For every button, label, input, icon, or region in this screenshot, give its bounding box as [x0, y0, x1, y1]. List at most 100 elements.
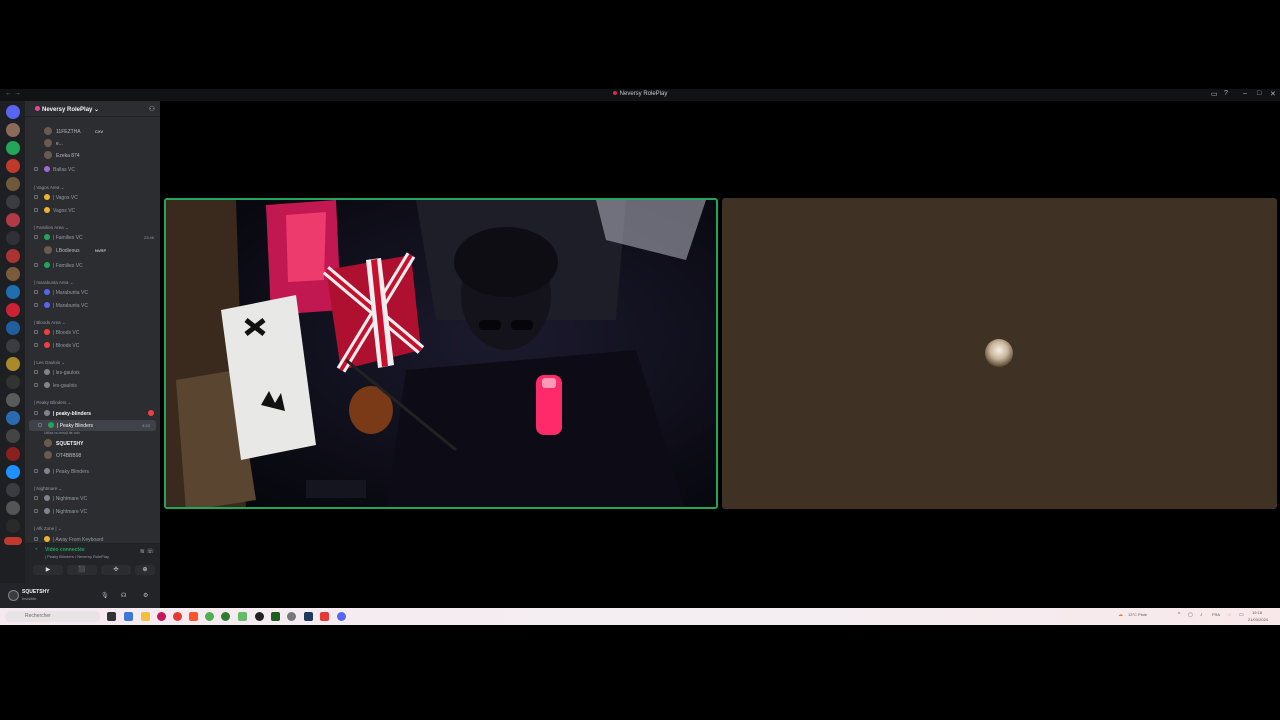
minimize-icon[interactable]: – [1243, 90, 1247, 97]
opera-icon[interactable] [173, 612, 182, 621]
voice-participant[interactable]: Ezeka 874 [25, 150, 160, 161]
channel-item[interactable]: | Marabunta VC [25, 300, 160, 311]
server-icon[interactable] [6, 375, 20, 389]
server-icon[interactable] [6, 285, 20, 299]
weather-text[interactable]: 13°C Pluie [1128, 612, 1147, 617]
close-icon[interactable]: ✕ [1270, 90, 1276, 98]
server-icon[interactable] [6, 447, 20, 461]
avatar[interactable] [8, 590, 19, 601]
voice-participant[interactable]: LBodieous NVRP [25, 245, 160, 256]
channel-item[interactable]: | Peaky Blinders 4:53 [29, 420, 156, 431]
server-icon[interactable] [6, 249, 20, 263]
channel-item[interactable]: | Nightmare VC [25, 506, 160, 517]
task-view-icon[interactable] [107, 612, 116, 621]
server-icon[interactable] [6, 303, 20, 317]
avatar[interactable] [44, 139, 52, 147]
channel-item[interactable]: | Families VC 23:46 [25, 232, 160, 243]
noise-suppression-icon[interactable]: ≋ [140, 549, 145, 555]
server-icon[interactable] [6, 177, 20, 191]
camera-button[interactable]: ▶ [33, 565, 63, 575]
channel-item[interactable]: | Vagos VC [25, 192, 160, 203]
channel-item[interactable]: | Peaky Blinders [25, 466, 160, 477]
server-icon[interactable] [6, 357, 20, 371]
server-icon[interactable] [6, 321, 20, 335]
voice-participant[interactable]: SQUETSHY [25, 438, 160, 449]
server-icon[interactable] [6, 213, 20, 227]
spotify-icon[interactable] [221, 612, 230, 621]
channel-item[interactable]: | Marabunta VC [25, 287, 160, 298]
avatar[interactable] [44, 151, 52, 159]
brave-icon[interactable] [189, 612, 198, 621]
server-icon[interactable] [6, 339, 20, 353]
screen-share-button[interactable]: ⬛ [67, 565, 97, 575]
signal-icon[interactable]: ◔ [34, 547, 38, 553]
channel-item[interactable]: | Bloods VC [25, 327, 160, 338]
weather-icon[interactable]: ☁ [1118, 612, 1123, 618]
battery-icon[interactable]: ▭ [1239, 612, 1244, 618]
app-icon[interactable] [124, 612, 133, 621]
server-icon[interactable] [6, 483, 20, 497]
discord-icon[interactable] [337, 612, 346, 621]
tray-chevron-icon[interactable]: ^ [1178, 612, 1180, 618]
adobe-icon[interactable] [320, 612, 329, 621]
chrome-icon[interactable] [205, 612, 214, 621]
server-icon[interactable] [6, 519, 20, 533]
settings-gear-icon[interactable]: ⚙ [143, 592, 148, 599]
server-icon[interactable] [6, 411, 20, 425]
steam-icon[interactable] [304, 612, 313, 621]
server-name[interactable]: Neversy RolePlay ⌄ [35, 106, 99, 113]
avatar[interactable] [44, 127, 52, 135]
channel-item[interactable]: | Families VC [25, 260, 160, 271]
avatar[interactable] [44, 246, 52, 254]
voice-participant[interactable]: 11FEZTHA CXV [25, 126, 160, 137]
wifi-icon[interactable]: ◌ [1228, 612, 1231, 618]
language-indicator[interactable]: FRA [1212, 612, 1220, 617]
server-icon[interactable] [6, 123, 20, 137]
soundboard-button[interactable]: ⊕ [135, 565, 155, 575]
channel-item[interactable]: Ballas VC [25, 164, 160, 175]
voice-location[interactable]: | Peaky Blinders / Neversy RolePlay [45, 554, 109, 559]
avatar[interactable] [44, 451, 52, 459]
participant-avatar[interactable] [985, 339, 1013, 367]
maximize-icon[interactable]: □ [1257, 90, 1261, 97]
server-icon[interactable] [6, 141, 20, 155]
server-icon[interactable] [6, 501, 20, 515]
server-icon[interactable] [6, 105, 20, 119]
volume-icon[interactable]: ♪ [1200, 612, 1203, 618]
channel-item[interactable]: | peaky-blinders [25, 408, 160, 419]
server-icon[interactable] [6, 465, 20, 479]
file-explorer-icon[interactable] [141, 612, 150, 621]
settings-icon[interactable] [287, 612, 296, 621]
new-badge[interactable] [4, 537, 22, 545]
activities-button[interactable]: ✣ [101, 565, 131, 575]
channel-item[interactable]: | Bloods VC [25, 340, 160, 351]
avatar[interactable] [44, 439, 52, 447]
server-icon[interactable] [6, 231, 20, 245]
webcam-video-tile[interactable] [164, 198, 718, 509]
server-icon[interactable] [6, 267, 20, 281]
invite-icon[interactable]: ⚇ [149, 105, 155, 113]
server-icon[interactable] [6, 393, 20, 407]
channel-item[interactable]: les-gaulois [25, 380, 160, 391]
voice-participant[interactable]: OT4BBB98 [25, 450, 160, 461]
channel-item[interactable]: | les-gaulois [25, 367, 160, 378]
network-icon[interactable]: ▢ [1188, 612, 1193, 618]
app-icon[interactable] [238, 612, 247, 621]
microphone-icon[interactable]: 🎙 [101, 592, 109, 599]
disconnect-icon[interactable]: ☏ [146, 549, 154, 555]
obs-icon[interactable] [255, 612, 264, 621]
server-icon[interactable] [6, 195, 20, 209]
taskbar-search[interactable]: Rechercher [5, 611, 100, 622]
channel-item[interactable]: Vagos VC [25, 205, 160, 216]
clock-time[interactable]: 19:18 [1252, 610, 1262, 615]
server-icon[interactable] [6, 159, 20, 173]
app-icon[interactable] [271, 612, 280, 621]
server-header[interactable]: Neversy RolePlay ⌄ ⚇ [25, 101, 160, 117]
app-icon[interactable] [157, 612, 166, 621]
server-icon[interactable] [6, 429, 20, 443]
avatar-tile[interactable] [722, 198, 1277, 509]
voice-participant[interactable]: e... [25, 138, 160, 149]
headphones-icon[interactable]: ☊ [121, 592, 126, 599]
inbox-icon[interactable]: ▭ [1211, 90, 1218, 98]
clock-date[interactable]: 21/03/2024 [1248, 617, 1268, 622]
